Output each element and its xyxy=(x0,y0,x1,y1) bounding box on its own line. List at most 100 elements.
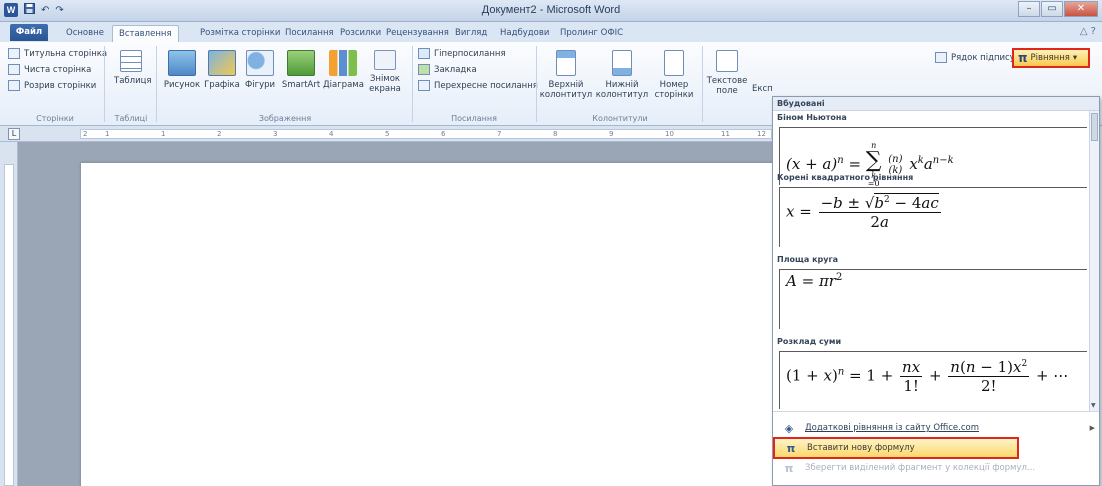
footer-button[interactable]: Нижній колонтитул xyxy=(594,50,650,100)
minimize-button[interactable]: – xyxy=(1018,1,1040,17)
gallery-separator xyxy=(773,411,1099,412)
picture-label: Рисунок xyxy=(163,80,201,90)
table-button[interactable]: Таблиця xyxy=(114,50,152,86)
ruler-number: 9 xyxy=(609,130,614,138)
screenshot-label-2: екрана xyxy=(369,84,401,94)
header-icon xyxy=(556,50,576,76)
header-button[interactable]: Верхній колонтитул xyxy=(538,50,594,100)
shapes-button[interactable]: Фігури xyxy=(242,50,278,90)
ruler-number: 4 xyxy=(329,130,334,138)
tab-mailings[interactable]: Розсилки xyxy=(340,25,381,42)
more-equations-label: Додаткові рівняння із сайту Office.com xyxy=(805,423,979,433)
header-label-1: Верхній xyxy=(548,80,584,90)
office-icon: ◈ xyxy=(784,421,794,435)
circle-area-formula: A = πr2 xyxy=(786,272,843,290)
group-tables-label: Таблиці xyxy=(114,114,148,123)
tab-page-layout[interactable]: Розмітка сторінки xyxy=(200,25,280,42)
smartart-button[interactable]: SmartArt xyxy=(280,50,322,90)
page-number-button[interactable]: Номер сторінки xyxy=(650,50,698,100)
tab-references[interactable]: Посилання xyxy=(285,25,334,42)
document-area xyxy=(18,142,780,486)
clipart-button[interactable]: Графіка xyxy=(204,50,240,90)
hyperlink-label: Гіперпосилання xyxy=(434,48,506,59)
page-break-label: Розрив сторінки xyxy=(24,80,97,91)
cover-page-button[interactable]: Титульна сторінка xyxy=(8,48,107,59)
equation-label: Рівняння xyxy=(1030,53,1070,63)
gallery-scrollbar[interactable]: ▼ xyxy=(1089,111,1099,411)
equation-quadratic[interactable]: x = −b ± √b2 − 4ac 2a xyxy=(779,187,1087,247)
page-break-icon xyxy=(8,80,20,91)
clipart-icon xyxy=(208,50,236,76)
ruler-number: 1 xyxy=(161,130,166,138)
tab-selector[interactable]: L xyxy=(8,128,20,140)
signature-label: Рядок підпису xyxy=(951,52,1015,63)
page-break-button[interactable]: Розрив сторінки xyxy=(8,80,96,91)
chart-button[interactable]: Діаграма xyxy=(323,50,364,90)
insert-new-equation-label: Вставити нову формулу xyxy=(807,443,915,453)
textbox-icon xyxy=(716,50,738,72)
group-divider xyxy=(104,46,105,122)
crossref-label: Перехресне посилання xyxy=(434,80,538,91)
blank-page-button[interactable]: Чиста сторінка xyxy=(8,64,91,75)
ribbon-tabs: Файл Основне Вставлення Розмітка сторінк… xyxy=(0,22,1102,42)
hyperlink-button[interactable]: Гіперпосилання xyxy=(418,48,506,59)
ruler-number: 5 xyxy=(385,130,390,138)
submenu-arrow-icon: ▶ xyxy=(1089,424,1095,432)
picture-button[interactable]: Рисунок xyxy=(162,50,202,90)
close-button[interactable]: ✕ xyxy=(1064,1,1098,17)
footer-icon xyxy=(612,50,632,76)
screenshot-button[interactable]: Знімок екрана xyxy=(365,50,405,94)
ruler-number: 2 xyxy=(217,130,222,138)
ruler-number: 6 xyxy=(441,130,446,138)
tab-file[interactable]: Файл xyxy=(10,24,48,41)
signature-icon xyxy=(935,52,947,63)
ruler-number: 12 xyxy=(757,130,766,138)
blank-page-icon xyxy=(8,64,20,75)
footer-label-1: Нижній xyxy=(605,80,639,90)
crossref-button[interactable]: Перехресне посилання xyxy=(418,80,538,91)
equation-name-binomial: Біном Ньютона xyxy=(777,113,847,122)
ruler-number: 10 xyxy=(665,130,674,138)
equation-button[interactable]: π Рівняння ▾ xyxy=(1012,48,1090,68)
shapes-icon xyxy=(246,50,274,76)
maximize-button[interactable]: ▭ xyxy=(1041,1,1063,17)
tab-home[interactable]: Основне xyxy=(66,25,104,42)
scroll-thumb[interactable] xyxy=(1091,113,1098,141)
hyperlink-icon xyxy=(418,48,430,59)
page-number-label-1: Номер xyxy=(659,80,689,90)
ruler-number: 1 xyxy=(105,130,110,138)
tab-addins[interactable]: Надбудови xyxy=(500,25,549,42)
smartart-label: SmartArt xyxy=(281,80,321,90)
textbox-label-1: Текстове xyxy=(706,76,748,86)
document-page[interactable] xyxy=(80,162,780,486)
picture-icon xyxy=(168,50,196,76)
insert-new-equation-menu-item[interactable]: π Вставити нову формулу xyxy=(773,437,1019,459)
textbox-button[interactable]: Текстове поле xyxy=(704,50,750,96)
equation-expansion[interactable]: (1 + x)n = 1 + nx 1! + n(n − 1)x2 2! + ⋯ xyxy=(779,351,1087,409)
chart-label: Діаграма xyxy=(323,80,364,90)
signature-line-button[interactable]: Рядок підпису xyxy=(935,52,1015,63)
group-divider xyxy=(536,46,537,122)
chevron-down-icon: ▾ xyxy=(1072,53,1078,63)
group-divider xyxy=(156,46,157,122)
equation-gallery: Вбудовані ▼ Біном Ньютона (x + a)n = n ∑ k… xyxy=(772,96,1100,486)
save-equation-icon: π xyxy=(784,461,794,475)
clipart-label: Графіка xyxy=(204,80,240,90)
tab-review[interactable]: Рецензування xyxy=(386,25,449,42)
horizontal-ruler: L 2 1 1 2 3 4 5 6 7 8 9 10 11 12 xyxy=(0,126,775,142)
tab-insert[interactable]: Вставлення xyxy=(112,25,179,42)
equation-name-circle: Площа круга xyxy=(777,255,839,264)
crossref-icon xyxy=(418,80,430,91)
title-bar: W ↶ ↷ Документ2 - Microsoft Word – ▭ ✕ xyxy=(0,0,1102,22)
help-icon[interactable]: △ ? xyxy=(1080,26,1096,37)
tab-office-profile[interactable]: Пролинг ОФІС xyxy=(560,25,623,42)
tab-view[interactable]: Вигляд xyxy=(455,25,487,42)
bookmark-icon xyxy=(418,64,430,75)
bookmark-label: Закладка xyxy=(434,64,477,75)
textbox-label-2: поле xyxy=(716,86,738,96)
more-equations-office-menu-item[interactable]: ◈ Додаткові рівняння із сайту Office.com… xyxy=(773,419,1099,437)
scroll-down-icon[interactable]: ▼ xyxy=(1091,402,1096,409)
bookmark-button[interactable]: Закладка xyxy=(418,64,477,75)
equation-circle-area[interactable]: A = πr2 xyxy=(779,269,1087,329)
ruler-strip[interactable]: 2 1 1 2 3 4 5 6 7 8 9 10 11 12 xyxy=(80,129,772,139)
